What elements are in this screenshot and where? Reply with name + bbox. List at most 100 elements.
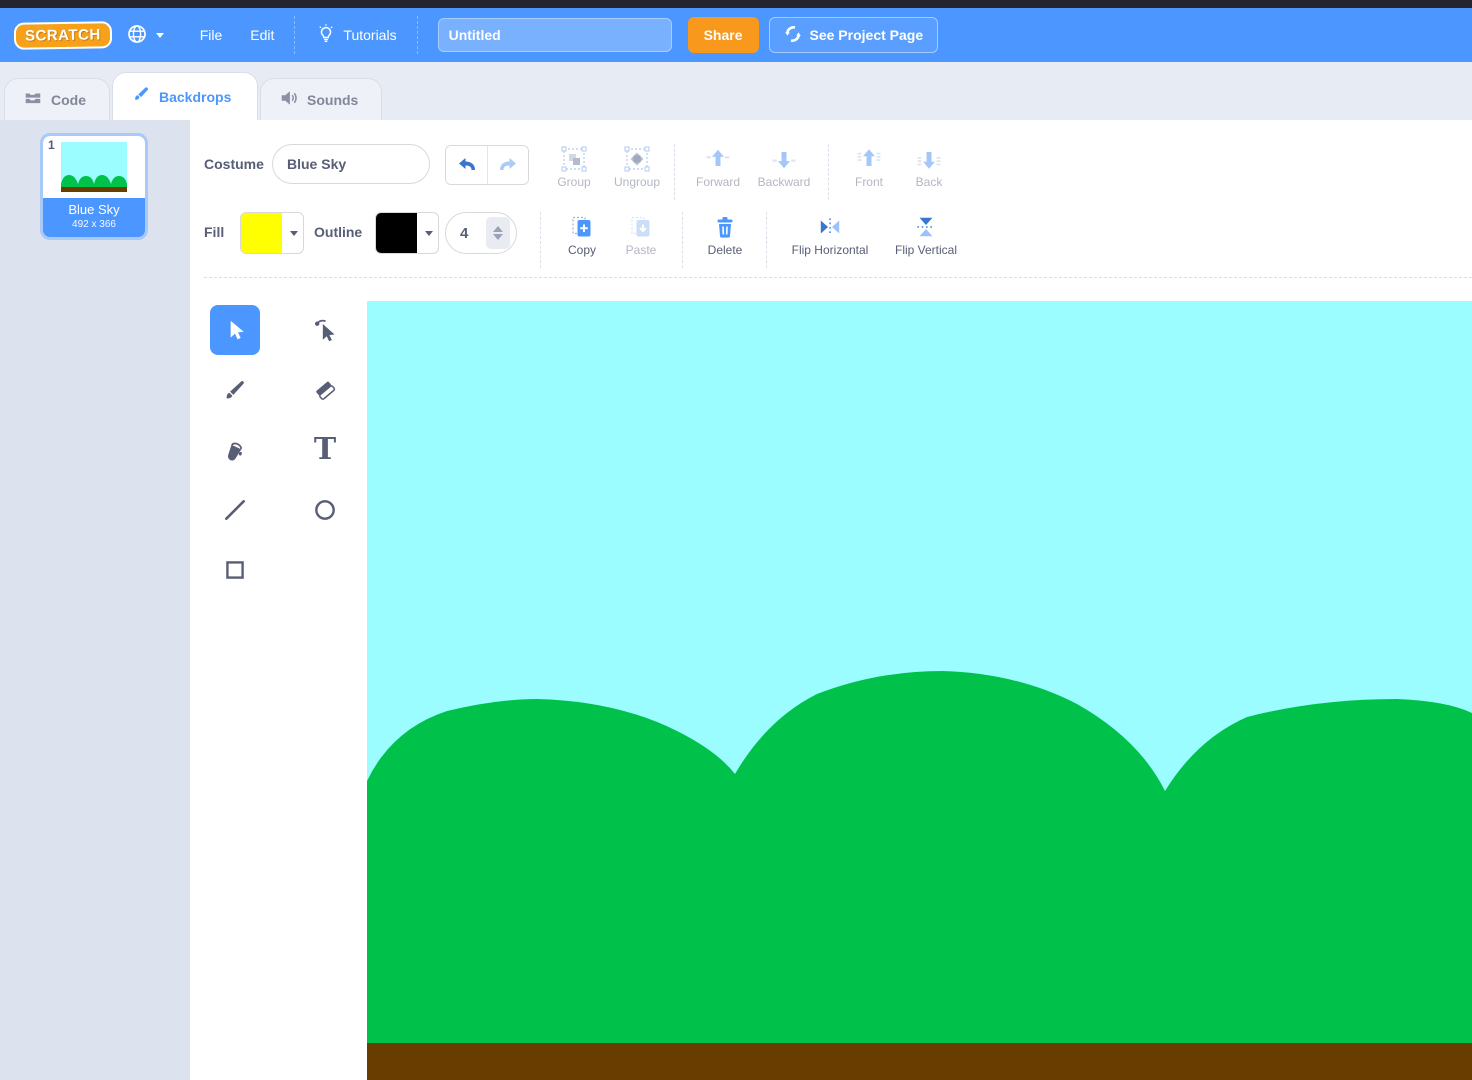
flip-horizontal-button[interactable]: Flip Horizontal (780, 208, 880, 272)
costume-name-input[interactable] (272, 144, 430, 184)
ungroup-label: Ungroup (614, 175, 660, 189)
menu-tutorials-label: Tutorials (343, 27, 396, 43)
front-label: Front (855, 175, 883, 189)
language-selector[interactable] (112, 8, 178, 62)
copy-icon (570, 214, 594, 240)
ungroup-icon (624, 146, 650, 172)
toolbar-row-1: Costume (190, 140, 1472, 204)
flip-vertical-button[interactable]: Flip Vertical (884, 208, 968, 272)
menu-file[interactable]: File (186, 8, 237, 62)
outline-label: Outline (314, 224, 362, 240)
eraser-icon (312, 377, 338, 403)
group-button[interactable]: Group (545, 140, 603, 204)
share-button[interactable]: Share (688, 17, 759, 53)
tab-sounds[interactable]: Sounds (260, 78, 382, 120)
delete-button[interactable]: Delete (696, 208, 754, 272)
fill-color-swatch (241, 213, 282, 253)
rectangle-icon (222, 557, 248, 583)
tool-fill-button[interactable] (210, 425, 260, 475)
tool-eraser-button[interactable] (300, 365, 350, 415)
flip-horizontal-icon (817, 214, 843, 240)
outline-color-picker[interactable] (375, 212, 439, 254)
paste-label: Paste (626, 243, 657, 257)
redo-button[interactable] (487, 146, 528, 184)
menu-tutorials[interactable]: Tutorials (301, 8, 410, 62)
copy-button[interactable]: Copy (556, 208, 608, 272)
toolbar-divider (766, 212, 767, 268)
tab-backdrops[interactable]: Backdrops (112, 72, 258, 120)
layer-forward-icon (705, 146, 731, 172)
ground-shape (367, 1043, 1472, 1080)
paint-editor: Costume (190, 120, 1472, 1080)
tool-reshape-button[interactable] (300, 305, 350, 355)
fill-caret (282, 213, 303, 253)
backward-label: Backward (758, 175, 811, 189)
brush-icon (222, 377, 248, 403)
paint-canvas[interactable] (367, 301, 1472, 1080)
tool-circle-button[interactable] (300, 485, 350, 535)
menu-edit[interactable]: Edit (236, 8, 288, 62)
forward-label: Forward (696, 175, 740, 189)
tool-select-button[interactable] (210, 305, 260, 355)
redo-icon (496, 153, 520, 177)
stepper-up-icon[interactable] (493, 226, 503, 232)
project-name-input[interactable] (438, 18, 672, 52)
toolbar-divider (828, 144, 829, 200)
tab-backdrops-label: Backdrops (159, 89, 231, 105)
paintbrush-icon (131, 85, 151, 108)
menu-bar: SCRATCH File Edit Tutorials (0, 8, 1472, 62)
forward-button[interactable]: Forward (688, 140, 748, 204)
trash-icon (713, 214, 737, 240)
tab-strip: Code Backdrops Sounds (0, 62, 1472, 120)
see-project-page-button[interactable]: See Project Page (769, 17, 939, 53)
layer-back-icon (916, 146, 942, 172)
text-tool-icon: T (314, 435, 336, 465)
reshape-icon (312, 317, 338, 343)
stroke-width-stepper[interactable] (486, 217, 510, 249)
tool-text-button[interactable]: T (300, 425, 350, 475)
tool-line-button[interactable] (210, 485, 260, 535)
layer-backward-icon (771, 146, 797, 172)
ungroup-button[interactable]: Ungroup (605, 140, 669, 204)
backdrop-thumbnail-image (61, 142, 127, 192)
stepper-down-icon[interactable] (493, 234, 503, 240)
tab-code-label: Code (51, 92, 86, 108)
group-icon (561, 146, 587, 172)
menubar-divider (417, 16, 418, 54)
chevron-down-icon (290, 231, 298, 236)
undo-icon (455, 153, 479, 177)
tool-rectangle-button[interactable] (210, 545, 260, 595)
flip-vertical-label: Flip Vertical (895, 243, 957, 257)
flip-vertical-icon (913, 214, 939, 240)
toolbar-divider (674, 144, 675, 200)
backdrop-drawing (367, 301, 1472, 1080)
front-button[interactable]: Front (842, 140, 896, 204)
backdrop-size: 492 x 366 (45, 218, 143, 231)
fill-label: Fill (204, 224, 224, 240)
scratch-logo[interactable]: SCRATCH (14, 21, 112, 50)
toolbar-row-2: Fill Outline (190, 208, 1472, 272)
paste-icon (629, 214, 653, 240)
undo-button[interactable] (446, 146, 487, 184)
back-label: Back (916, 175, 943, 189)
stroke-width-input[interactable] (460, 225, 480, 242)
line-icon (222, 497, 248, 523)
code-blocks-icon (23, 88, 43, 111)
back-button[interactable]: Back (902, 140, 956, 204)
backward-button[interactable]: Backward (750, 140, 818, 204)
tab-code[interactable]: Code (4, 78, 110, 120)
hills-shape (367, 671, 1472, 1080)
toolbar-bottom-divider (204, 277, 1472, 278)
outline-color-swatch (376, 213, 417, 253)
paint-bucket-icon (222, 437, 248, 463)
fill-color-picker[interactable] (240, 212, 304, 254)
globe-icon (126, 23, 148, 48)
tool-brush-button[interactable] (210, 365, 260, 415)
paste-button[interactable]: Paste (614, 208, 668, 272)
backdrop-index: 1 (48, 138, 55, 152)
layer-front-icon (856, 146, 882, 172)
chevron-down-icon (425, 231, 433, 236)
backdrop-item-blue-sky[interactable]: 1 Blue Sky 492 x 366 (40, 133, 148, 240)
backdrop-list-panel: 1 Blue Sky 492 x 366 (0, 120, 190, 1080)
chevron-down-icon (156, 33, 164, 38)
